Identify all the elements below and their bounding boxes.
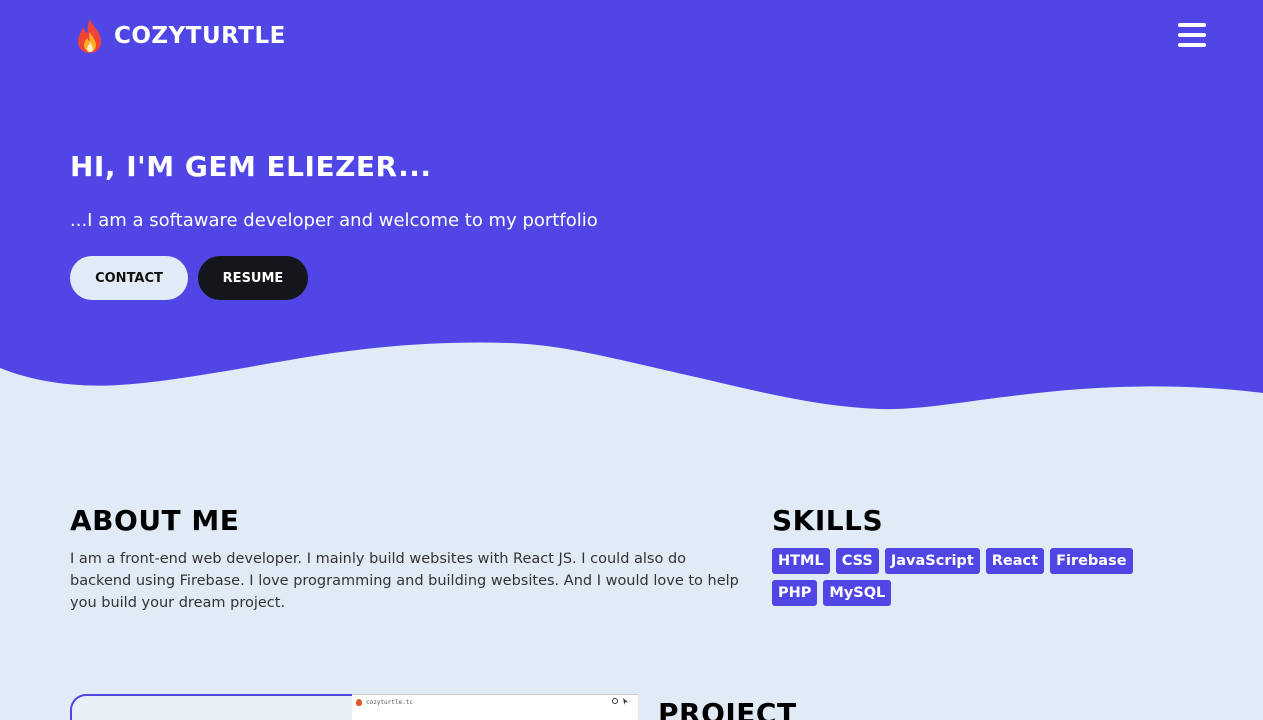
skill-tag-css: CSS	[835, 548, 879, 574]
hero-title: HI, I'M GEM ELIEZER...	[70, 150, 432, 183]
contact-button[interactable]: CONTACT	[70, 256, 188, 300]
skill-tag-php: PHP	[772, 580, 818, 606]
skill-tag-react: React	[985, 548, 1045, 574]
project-thumbnail[interactable]: cozyturtle.tc	[352, 694, 638, 720]
about-title: ABOUT ME	[70, 504, 240, 537]
project-title: PROJECT	[658, 697, 797, 720]
about-section: ABOUT ME I am a front-end web developer.…	[70, 500, 750, 614]
brand-logo-link[interactable]: COZYTURTLE	[74, 16, 286, 56]
navbar: COZYTURTLE	[0, 0, 1263, 72]
fire-icon	[78, 19, 102, 53]
skills-section: SKILLS HTML CSS JavaScript React Firebas…	[772, 500, 1192, 606]
thumbnail-fire-icon	[356, 698, 362, 706]
hero-section: COZYTURTLE HI, I'M GEM ELIEZER... ...I a…	[0, 0, 1263, 420]
project-card[interactable]	[70, 694, 360, 720]
about-text: I am a front-end web developer. I mainly…	[70, 551, 739, 611]
projects-section: cozyturtle.tc PROJECT	[0, 690, 1263, 720]
hero-subtitle: ...I am a softaware developer and welcom…	[70, 210, 598, 231]
thumbnail-cursor-icon	[623, 698, 628, 705]
skill-tag-javascript: JavaScript	[884, 548, 980, 574]
resume-button[interactable]: RESUME	[198, 256, 308, 300]
thumbnail-url: cozyturtle.tc	[366, 698, 413, 706]
thumbnail-search-icon	[612, 698, 618, 704]
skills-title: SKILLS	[772, 504, 884, 537]
hamburger-menu-icon[interactable]	[1176, 20, 1208, 50]
thumbnail-browser-bar: cozyturtle.tc	[356, 697, 632, 707]
skill-tag-mysql: MySQL	[823, 580, 892, 606]
skill-tag-firebase: Firebase	[1050, 548, 1133, 574]
skills-list: HTML CSS JavaScript React Firebase PHP M…	[772, 548, 1172, 606]
skill-tag-html: HTML	[772, 548, 830, 574]
brand-name: COZYTURTLE	[114, 23, 286, 49]
